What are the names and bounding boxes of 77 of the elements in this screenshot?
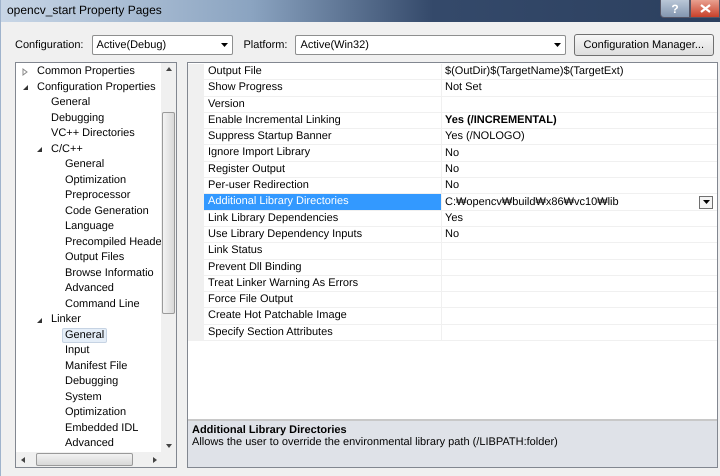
property-name[interactable]: Per-user Redirection: [204, 178, 442, 194]
tree-item[interactable]: System: [62, 390, 105, 405]
scroll-down-icon[interactable]: [166, 443, 172, 449]
collapsed-triangle-icon[interactable]: [21, 68, 29, 76]
tree-item[interactable]: General: [48, 95, 94, 110]
property-name[interactable]: Create Hot Patchable Image: [204, 308, 442, 324]
property-value[interactable]: Yes (/INCREMENTAL): [445, 113, 557, 128]
scroll-up-icon[interactable]: [166, 66, 172, 72]
description-title: Additional Library Directories: [192, 424, 348, 436]
dropdown-arrow-icon: [221, 43, 228, 47]
tree-item[interactable]: Common Properties: [34, 64, 138, 80]
tree-item[interactable]: Command Line: [62, 296, 143, 312]
tree-item[interactable]: Advanced: [62, 281, 117, 296]
scrollbar-thumb[interactable]: [36, 453, 133, 466]
scroll-left-icon[interactable]: [20, 456, 26, 462]
property-name[interactable]: Link Library Dependencies: [204, 210, 442, 226]
tree-item[interactable]: Code Generation: [62, 204, 152, 219]
platform-dropdown[interactable]: Active(Win32): [295, 35, 566, 55]
property-value[interactable]: $(OutDir)$(TargetName)$(TargetExt): [445, 64, 624, 80]
tree-item[interactable]: Embedded IDL: [62, 420, 142, 436]
dropdown-button[interactable]: [699, 196, 713, 209]
tree-item[interactable]: Configuration Properties: [34, 80, 159, 95]
property-value[interactable]: No: [445, 162, 460, 177]
property-value[interactable]: Yes: [445, 210, 463, 226]
expanded-triangle-icon[interactable]: [35, 145, 43, 154]
property-name[interactable]: Use Library Dependency Inputs: [204, 226, 442, 242]
configuration-manager-button[interactable]: Configuration Manager...: [574, 34, 714, 56]
configuration-dropdown[interactable]: Active(Debug): [92, 35, 234, 55]
tree-item[interactable]: Linker: [48, 312, 84, 328]
property-name[interactable]: Show Progress: [204, 80, 442, 96]
tree-item[interactable]: Debugging: [48, 110, 108, 126]
close-button[interactable]: [690, 0, 720, 18]
property-name[interactable]: Register Output: [204, 162, 442, 178]
property-value[interactable]: No: [445, 227, 460, 242]
tree-item[interactable]: Language: [62, 219, 117, 234]
tree-item[interactable]: Manifest File: [62, 358, 130, 374]
property-name[interactable]: Version: [204, 96, 442, 112]
tree-item[interactable]: Input: [62, 343, 92, 358]
property-value[interactable]: Yes (/NOLOGO): [445, 129, 525, 144]
tree-item[interactable]: General: [62, 328, 108, 343]
expanded-triangle-icon[interactable]: [21, 83, 29, 92]
tree-item[interactable]: Advanced: [62, 436, 117, 452]
property-name[interactable]: Link Status: [204, 243, 442, 259]
window-title: opencv_start Property Pages: [6, 2, 163, 19]
expanded-triangle-icon[interactable]: [35, 316, 43, 324]
tree-item[interactable]: General: [62, 157, 108, 172]
tree-item[interactable]: Browse Informatio: [62, 266, 157, 281]
tree-item[interactable]: Optimization: [62, 172, 130, 188]
tree-item[interactable]: Preprocessor: [62, 188, 134, 204]
dropdown-arrow-icon: [554, 43, 561, 47]
property-name[interactable]: Suppress Startup Banner: [204, 129, 442, 144]
property-name[interactable]: Specify Section Attributes: [204, 324, 442, 340]
vertical-scrollbar[interactable]: [161, 63, 176, 452]
scroll-right-icon[interactable]: [152, 456, 158, 462]
property-name[interactable]: Force File Output: [204, 292, 442, 308]
configuration-label: Configuration:: [15, 39, 84, 51]
property-name[interactable]: Output File: [204, 64, 442, 80]
tree-item[interactable]: Optimization: [62, 405, 130, 420]
property-value[interactable]: No: [445, 146, 460, 161]
property-name[interactable]: Prevent Dll Binding: [204, 260, 442, 275]
dropdown-arrow-icon: [702, 200, 710, 204]
description-text: Allows the user to override the environmental library path (/LIBPATH:folder): [192, 436, 559, 448]
property-name[interactable]: Ignore Import Library: [204, 145, 442, 161]
scrollbar-thumb[interactable]: [162, 112, 175, 314]
property-value[interactable]: No: [445, 178, 460, 194]
property-name[interactable]: Enable Incremental Linking: [204, 112, 442, 128]
tree-item[interactable]: Debugging: [62, 374, 122, 390]
property-value[interactable]: Not Set: [445, 80, 482, 96]
tree-item[interactable]: Precompiled Heade: [62, 234, 161, 250]
property-value[interactable]: C:₩opencv₩build₩x86₩vc10₩lib: [445, 194, 619, 210]
tree-item[interactable]: VC++ Directories: [48, 126, 138, 142]
close-icon: [700, 4, 710, 13]
property-name[interactable]: Treat Linker Warning As Errors: [204, 276, 442, 292]
platform-label: Platform:: [243, 39, 288, 51]
tree-item[interactable]: Output Files: [62, 250, 128, 266]
horizontal-scrollbar[interactable]: [16, 452, 176, 467]
tree-item[interactable]: C/C++: [48, 142, 86, 157]
